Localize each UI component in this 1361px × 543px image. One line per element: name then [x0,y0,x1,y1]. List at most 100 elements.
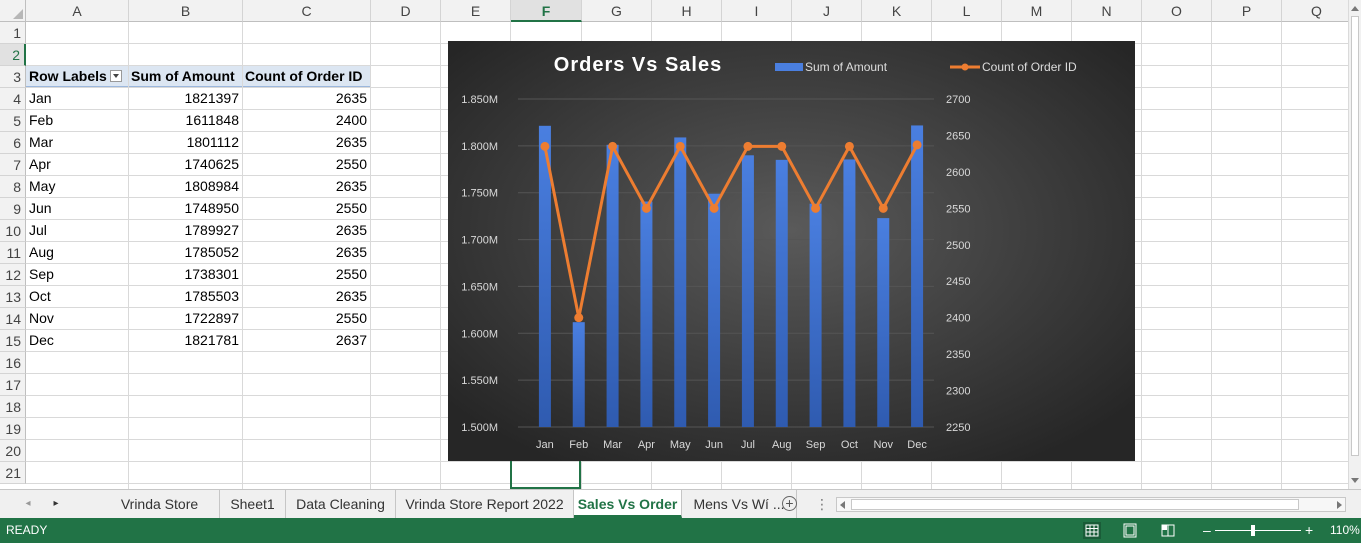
pivot-cell[interactable]: 2635 [243,286,370,307]
zoom-level[interactable]: 110% [1330,518,1360,543]
pivot-cell[interactable]: 2635 [243,176,370,197]
row-header-17[interactable]: 17 [0,374,26,396]
zoom-slider-thumb[interactable] [1251,525,1255,536]
sheet-tab-vrinda-store-report-2022[interactable]: Vrinda Store Report 2022 [396,490,574,518]
pivot-cell[interactable]: May [26,176,128,197]
tab-prev-icon[interactable]: ◂ [18,490,38,518]
row-header-12[interactable]: 12 [0,264,26,286]
column-header-i[interactable]: I [722,0,792,22]
pivot-cell[interactable]: 1821781 [129,330,242,351]
horizontal-scroll-thumb[interactable] [851,499,1299,510]
pivot-cell[interactable]: 1611848 [129,110,242,131]
sheet-tab-vrinda-store[interactable]: Vrinda Store [100,490,220,518]
pivot-cell[interactable]: 2635 [243,242,370,263]
row-header-4[interactable]: 4 [0,88,26,110]
pivot-cell[interactable]: 1789927 [129,220,242,241]
pivot-cell[interactable]: Mar [26,132,128,153]
select-all-corner[interactable] [0,0,26,22]
orders-vs-sales-chart[interactable]: Orders Vs Sales Sum of Amount Count of O… [448,41,1135,461]
pivot-cell[interactable]: 2635 [243,132,370,153]
pivot-cell[interactable]: 2637 [243,330,370,351]
pivot-cell[interactable]: 1785052 [129,242,242,263]
tab-options-icon[interactable]: ⋮ [815,490,829,518]
filter-dropdown-icon[interactable] [109,70,122,83]
pivot-cell[interactable]: 1785503 [129,286,242,307]
row-header-11[interactable]: 11 [0,242,26,264]
pivot-cell[interactable]: Apr [26,154,128,175]
pivot-cell[interactable]: 2635 [243,88,370,109]
column-header-b[interactable]: B [129,0,243,22]
row-header-16[interactable]: 16 [0,352,26,374]
column-header-f[interactable]: F [511,0,582,22]
pivot-cell[interactable]: 2550 [243,264,370,285]
column-header-n[interactable]: N [1072,0,1142,22]
tab-next-icon[interactable]: ▸ [46,490,66,518]
column-header-a[interactable]: A [26,0,129,22]
pivot-cell[interactable]: 1738301 [129,264,242,285]
row-header-20[interactable]: 20 [0,440,26,462]
pivot-cell[interactable]: 1722897 [129,308,242,329]
pivot-cell[interactable]: 1748950 [129,198,242,219]
pivot-cell[interactable]: 2400 [243,110,370,131]
row-header-14[interactable]: 14 [0,308,26,330]
pivot-cell[interactable]: Sep [26,264,128,285]
pivot-header-1[interactable]: Sum of Amount [129,66,242,87]
zoom-out-button[interactable]: – [1203,518,1211,543]
row-header-8[interactable]: 8 [0,176,26,198]
pivot-cell[interactable]: 2550 [243,198,370,219]
spreadsheet-grid[interactable]: ABCDEFGHIJKLMNOPQ 1 2 3 4 5 6 7 8 9 10 11 12 13 14 15 1… [0,0,1348,489]
pivot-cell[interactable]: Dec [26,330,128,351]
scroll-up-icon[interactable] [1351,6,1359,11]
pivot-cell[interactable]: Jul [26,220,128,241]
vertical-scroll-thumb[interactable] [1351,16,1359,456]
pivot-cell[interactable]: Nov [26,308,128,329]
column-header-k[interactable]: K [862,0,932,22]
scroll-right-icon[interactable] [1337,501,1342,509]
row-header-19[interactable]: 19 [0,418,26,440]
column-header-p[interactable]: P [1212,0,1282,22]
pivot-cell[interactable]: 2550 [243,154,370,175]
pivot-cell[interactable]: 1808984 [129,176,242,197]
pivot-cell[interactable]: Oct [26,286,128,307]
horizontal-scrollbar[interactable] [836,497,1346,512]
pivot-cell[interactable]: Jan [26,88,128,109]
pivot-header-2[interactable]: Count of Order ID [243,66,370,87]
column-header-d[interactable]: D [371,0,441,22]
normal-view-icon[interactable] [1083,522,1101,539]
sheet-tab-sheet1[interactable]: Sheet1 [220,490,286,518]
pivot-cell[interactable]: 1801112 [129,132,242,153]
pivot-cell[interactable]: Jun [26,198,128,219]
column-header-g[interactable]: G [582,0,652,22]
scroll-down-icon[interactable] [1351,478,1359,483]
row-header-21[interactable]: 21 [0,462,26,484]
sheet-tab-data-cleaning[interactable]: Data Cleaning [286,490,396,518]
zoom-slider-track[interactable] [1215,530,1301,531]
sheet-tab-sales-vs-order[interactable]: Sales Vs Order [574,490,682,518]
column-header-e[interactable]: E [441,0,511,22]
column-header-j[interactable]: J [792,0,862,22]
column-header-c[interactable]: C [243,0,371,22]
row-header-7[interactable]: 7 [0,154,26,176]
sheet-tab-mens-vs-w[interactable]: Mens Vs Wí ... [682,490,797,518]
column-header-h[interactable]: H [652,0,722,22]
pivot-cell[interactable]: Aug [26,242,128,263]
column-header-l[interactable]: L [932,0,1002,22]
row-header-2[interactable]: 2 [0,44,26,66]
row-header-18[interactable]: 18 [0,396,26,418]
add-sheet-icon[interactable]: + [782,496,797,511]
row-header-13[interactable]: 13 [0,286,26,308]
row-header-10[interactable]: 10 [0,220,26,242]
row-header-15[interactable]: 15 [0,330,26,352]
pivot-cell[interactable]: 2550 [243,308,370,329]
row-header-9[interactable]: 9 [0,198,26,220]
column-header-m[interactable]: M [1002,0,1072,22]
pivot-cell[interactable]: 1821397 [129,88,242,109]
pivot-cell[interactable]: 1740625 [129,154,242,175]
zoom-in-button[interactable]: + [1305,518,1313,543]
pivot-cell[interactable]: 2635 [243,220,370,241]
row-header-3[interactable]: 3 [0,66,26,88]
row-header-6[interactable]: 6 [0,132,26,154]
scroll-left-icon[interactable] [840,501,845,509]
vertical-scrollbar[interactable] [1348,0,1361,489]
page-break-preview-icon[interactable] [1159,522,1177,539]
